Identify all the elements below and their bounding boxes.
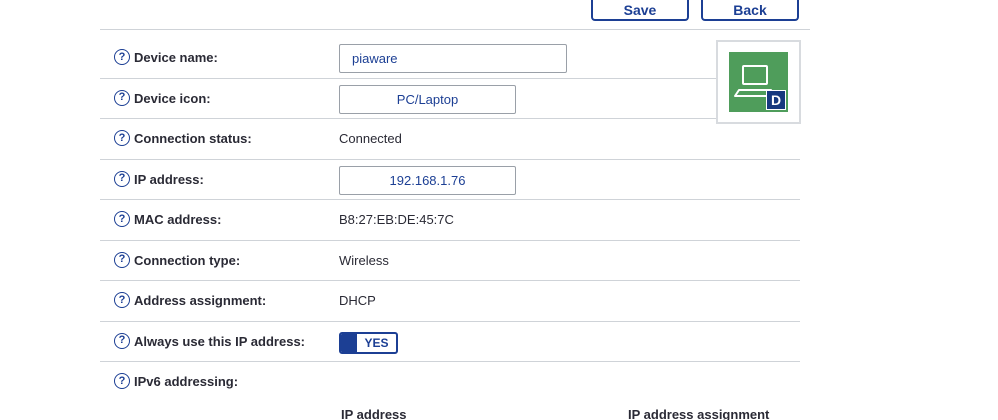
mac-address-label: MAC address: — [134, 212, 222, 227]
help-icon[interactable]: ? — [114, 292, 130, 308]
toggle-label: YES — [364, 335, 389, 350]
help-icon[interactable]: ? — [114, 130, 130, 146]
device-icon-label: Device icon: — [134, 90, 211, 106]
help-icon[interactable]: ? — [114, 170, 130, 187]
device-icon-preview: D — [716, 40, 801, 124]
help-icon[interactable]: ? — [114, 211, 130, 227]
help-icon[interactable]: ? — [114, 251, 130, 268]
ip-address-label: IP address: — [134, 171, 204, 187]
connection-status-label: Connection status: — [134, 131, 252, 146]
row-connection-status: ? Connection status: Connected — [100, 119, 800, 160]
row-always-use-ip: ? Always use this IP address: YES — [100, 322, 800, 362]
connection-type-label: Connection type: — [134, 252, 241, 268]
toggle-knob — [341, 333, 357, 352]
address-assignment-label: Address assignment: — [134, 293, 267, 308]
row-device-name: ? Device name: — [100, 38, 800, 79]
always-use-ip-label: Always use this IP address: — [134, 333, 305, 349]
always-use-ip-toggle[interactable]: YES — [339, 331, 398, 354]
back-button[interactable]: Back — [701, 0, 799, 21]
device-icon-select-button[interactable]: PC/Laptop — [339, 84, 516, 114]
device-badge: D — [766, 90, 786, 110]
row-device-icon: ? Device icon: PC/Laptop — [100, 79, 800, 119]
connection-type-value: Wireless — [339, 252, 389, 268]
help-icon[interactable]: ? — [114, 49, 130, 65]
device-tile: D — [729, 52, 788, 112]
help-icon[interactable]: ? — [114, 373, 130, 389]
help-icon[interactable]: ? — [114, 332, 130, 349]
row-address-assignment: ? Address assignment: DHCP — [100, 281, 800, 322]
row-ipv6-addressing: ? IPv6 addressing: — [100, 362, 800, 403]
help-icon[interactable]: ? — [114, 89, 130, 106]
connection-status-value: Connected — [339, 131, 402, 146]
ipv6-col-ip-address: IP address — [341, 407, 407, 420]
row-ip-address: ? IP address: 192.168.1.76 — [100, 160, 800, 200]
row-mac-address: ? MAC address: B8:27:EB:DE:45:7C — [100, 200, 800, 241]
ipv6-table-header: IP address IP address assignment — [100, 405, 800, 420]
save-button[interactable]: Save — [591, 0, 689, 21]
device-details-form: ? Device name: ? Device icon: PC/Laptop … — [100, 38, 800, 403]
device-name-input[interactable] — [339, 44, 567, 73]
ipv6-col-ip-assignment: IP address assignment — [628, 407, 770, 420]
ip-address-button[interactable]: 192.168.1.76 — [339, 165, 516, 195]
ipv6-addressing-label: IPv6 addressing: — [134, 374, 239, 389]
header-divider — [100, 29, 810, 30]
address-assignment-value: DHCP — [339, 293, 376, 308]
row-connection-type: ? Connection type: Wireless — [100, 241, 800, 281]
device-name-label: Device name: — [134, 50, 218, 65]
mac-address-value: B8:27:EB:DE:45:7C — [339, 212, 454, 227]
